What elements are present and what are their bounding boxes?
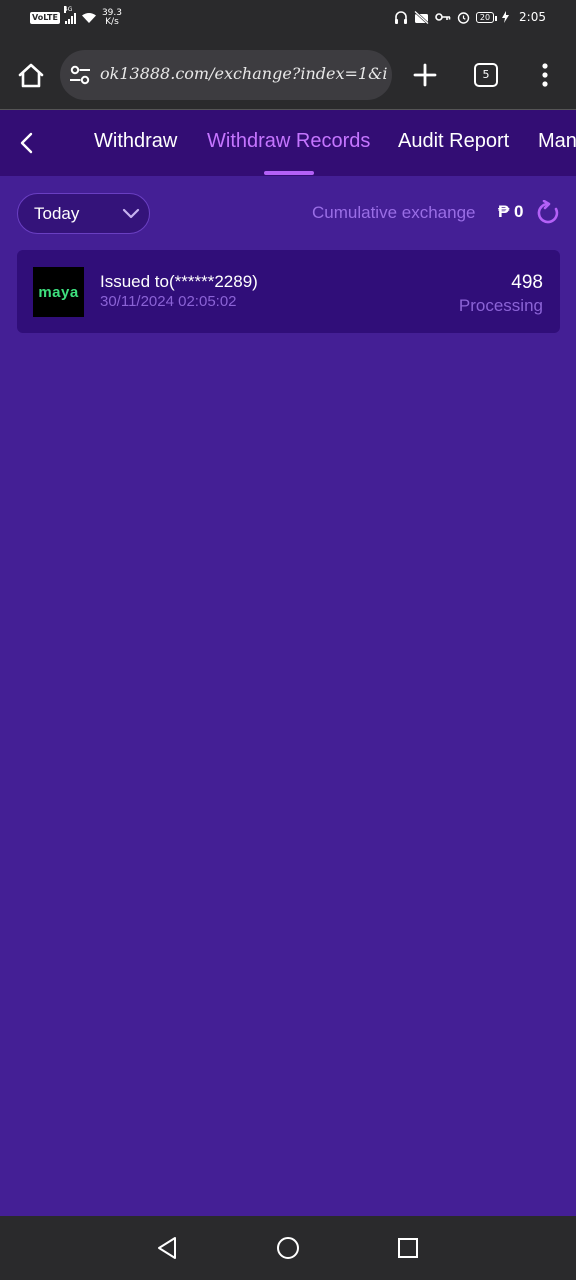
nav-back-icon[interactable]	[154, 1234, 180, 1262]
status-right: 20 2:05	[394, 10, 546, 24]
signal-icon: 4G	[63, 6, 76, 24]
maya-logo-text: maya	[38, 283, 79, 301]
clock: 2:05	[519, 10, 546, 24]
url-text: ok13888.com/exchange?index=1&i	[100, 64, 388, 83]
app-nav: Withdraw Withdraw Records Audit Report M…	[0, 110, 576, 176]
cumulative-exchange-label: Cumulative exchange	[312, 203, 476, 222]
tab-switcher-icon[interactable]: 5	[474, 63, 498, 87]
system-nav-bar	[0, 1216, 576, 1280]
nav-home-icon[interactable]	[275, 1234, 301, 1262]
vpn-key-icon	[435, 13, 451, 21]
maya-logo: maya	[33, 267, 84, 317]
volte-badge: VoLTE	[30, 12, 60, 24]
tab-withdraw[interactable]: Withdraw	[94, 130, 177, 153]
browser-toolbar: ok13888.com/exchange?index=1&i 5	[0, 40, 576, 110]
tab-audit-report[interactable]: Audit Report	[398, 130, 509, 153]
chevron-down-icon	[122, 208, 140, 219]
headphones-icon	[394, 10, 407, 24]
back-icon[interactable]	[14, 130, 40, 156]
status-left: VoLTE 4G 39.3 K/s	[30, 6, 122, 27]
date-filter-value: Today	[34, 204, 80, 223]
site-settings-icon[interactable]	[68, 64, 92, 86]
record-datetime: 30/11/2024 02:05:02	[100, 293, 237, 310]
date-filter-select[interactable]: Today	[17, 193, 150, 234]
record-status: Processing	[458, 296, 543, 315]
tab-withdraw-records[interactable]: Withdraw Records	[207, 130, 370, 153]
camera-off-icon	[414, 10, 429, 24]
tab-man[interactable]: Man	[538, 130, 576, 153]
record-item[interactable]: maya Issued to(******2289) 30/11/2024 02…	[17, 250, 560, 333]
cumulative-exchange-value: ₱ 0	[498, 202, 524, 221]
refresh-icon[interactable]	[535, 200, 561, 226]
nav-recents-icon[interactable]	[396, 1236, 420, 1260]
menu-dots-icon[interactable]	[534, 60, 556, 90]
charging-icon	[502, 11, 510, 23]
address-bar[interactable]: ok13888.com/exchange?index=1&i	[60, 50, 392, 100]
alarm-icon	[457, 11, 470, 24]
record-title: Issued to(******2289)	[100, 272, 258, 291]
network-type: 4G	[63, 6, 73, 13]
active-tab-indicator	[264, 171, 314, 175]
wifi-icon	[81, 13, 96, 23]
battery-icon: 20	[475, 11, 498, 23]
home-icon[interactable]	[16, 61, 46, 91]
record-amount: 498	[511, 272, 543, 293]
network-speed: 39.3 K/s	[102, 9, 122, 27]
status-bar: VoLTE 4G 39.3 K/s 20 2:05	[0, 0, 576, 40]
speed-unit: K/s	[105, 17, 119, 27]
new-tab-plus-icon[interactable]	[410, 60, 440, 90]
